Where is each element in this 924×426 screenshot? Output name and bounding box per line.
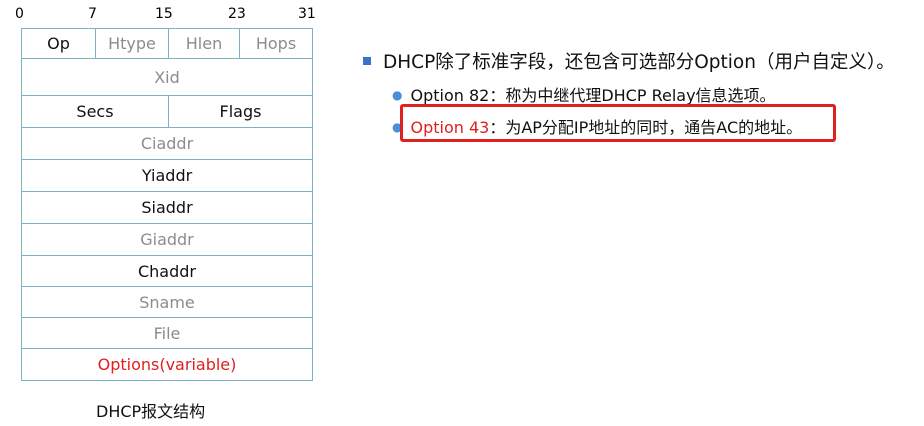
row-ciaddr: Ciaddr <box>22 128 312 160</box>
row-file: File <box>22 318 312 349</box>
dot-bullet-icon: ● <box>392 88 403 102</box>
diagram-caption: DHCP报文结构 <box>96 402 206 421</box>
row-xid: Xid <box>22 59 312 96</box>
bit-label-23: 23 <box>228 6 246 22</box>
main-bullet-text: DHCP除了标准字段，还包含可选部分Option（用户自定义）。 <box>383 52 895 73</box>
field-secs: Secs <box>76 102 114 121</box>
field-giaddr: Giaddr <box>140 230 194 249</box>
row-op-htype-hlen-hops: Op Htype Hlen Hops <box>22 29 312 59</box>
sub-bullet-option82-text: Option 82：称为中继代理DHCP Relay信息选项。 <box>410 86 776 105</box>
field-op: Op <box>47 34 70 53</box>
field-xid: Xid <box>154 67 180 87</box>
row-yiaddr: Yiaddr <box>22 160 312 192</box>
field-yiaddr: Yiaddr <box>141 166 193 185</box>
field-sname: Sname <box>139 292 195 312</box>
row-siaddr: Siaddr <box>22 192 312 224</box>
bit-label-31: 31 <box>298 6 316 22</box>
highlight-box <box>400 104 836 142</box>
row-options: Options(variable) <box>22 349 312 380</box>
field-htype: Htype <box>95 29 168 58</box>
field-hlen: Hlen <box>168 29 239 58</box>
field-ciaddr: Ciaddr <box>140 134 194 153</box>
field-siaddr: Siaddr <box>141 198 193 217</box>
field-flags: Flags <box>168 96 312 127</box>
dhcp-packet-table: Op Htype Hlen Hops Xid Secs Flags Ciaddr… <box>21 28 313 381</box>
row-giaddr: Giaddr <box>22 224 312 256</box>
field-chaddr: Chaddr <box>137 261 196 281</box>
square-bullet-icon <box>363 57 371 65</box>
bit-label-7: 7 <box>88 6 97 22</box>
field-file: File <box>153 323 181 343</box>
field-hops: Hops <box>239 29 312 58</box>
sub-bullet-option82: ● Option 82：称为中继代理DHCP Relay信息选项。 <box>392 82 776 106</box>
field-options: Options(variable) <box>97 355 237 374</box>
row-chaddr: Chaddr <box>22 256 312 287</box>
bit-label-15: 15 <box>155 6 173 22</box>
bit-label-0: 0 <box>15 6 24 22</box>
row-sname: Sname <box>22 287 312 318</box>
main-bullet: DHCP除了标准字段，还包含可选部分Option（用户自定义）。 <box>363 48 895 74</box>
row-secs-flags: Secs Flags <box>22 96 312 128</box>
